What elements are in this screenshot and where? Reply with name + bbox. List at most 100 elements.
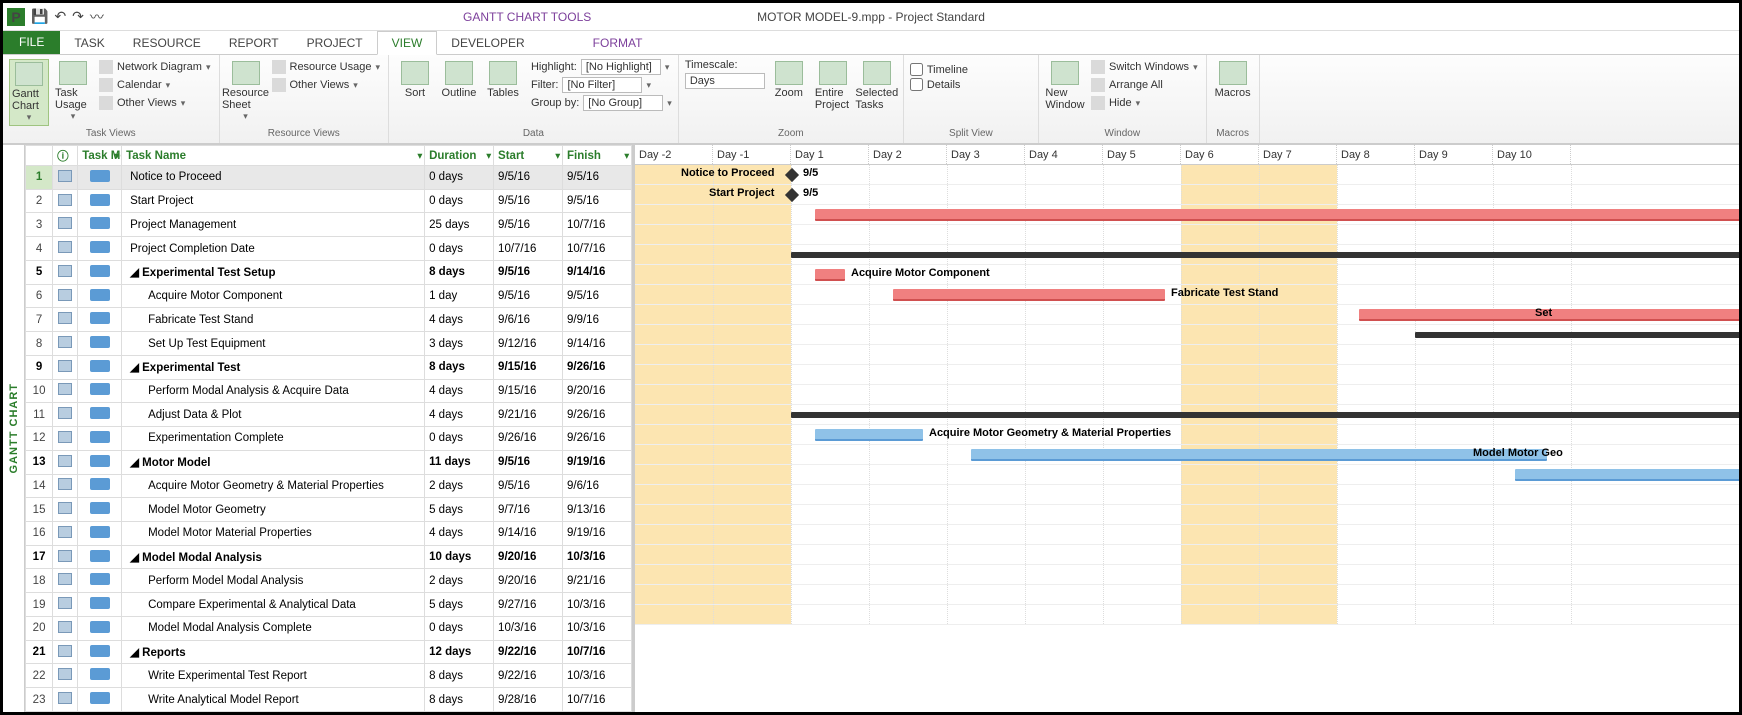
gantt-row[interactable]: Set [635, 305, 1739, 325]
table-row[interactable]: 21◢ Reports12 days9/22/1610/7/16 [26, 640, 632, 664]
gantt-row[interactable]: Model Motor Geo [635, 445, 1739, 465]
finish-cell[interactable]: 9/9/16 [563, 308, 632, 332]
finish-cell[interactable]: 9/26/16 [563, 403, 632, 427]
gantt-row[interactable]: Acquire Motor Component [635, 265, 1739, 285]
filter-combo[interactable]: [No Filter] [562, 77, 642, 93]
task-name-cell[interactable]: Experimentation Complete [122, 427, 425, 451]
gantt-row[interactable]: Fabricate Test Stand [635, 285, 1739, 305]
task-name-cell[interactable]: Model Modal Analysis Complete [122, 616, 425, 640]
start-cell[interactable]: 9/21/16 [494, 403, 563, 427]
row-number[interactable]: 5 [26, 260, 53, 284]
finish-cell[interactable]: 10/3/16 [563, 593, 632, 617]
col-start[interactable]: Start▾ [494, 146, 563, 166]
table-row[interactable]: 4Project Completion Date0 days10/7/1610/… [26, 237, 632, 261]
col-rownum[interactable] [26, 146, 53, 166]
redo-icon[interactable]: ↷ [72, 8, 84, 25]
resource-sheet-button[interactable]: Resource Sheet▾ [226, 59, 266, 124]
gantt-chart-button[interactable]: Gantt Chart▾ [9, 59, 49, 126]
arrange-all-button[interactable]: Arrange All [1089, 77, 1200, 93]
gantt-bar[interactable] [1415, 332, 1739, 338]
row-number[interactable]: 18 [26, 569, 53, 593]
other-views-button[interactable]: Other Views ▾ [97, 95, 213, 111]
start-cell[interactable]: 9/5/16 [494, 260, 563, 284]
task-name-cell[interactable]: Project Completion Date [122, 237, 425, 261]
gantt-row[interactable]: Acquire Motor Geometry & Material Proper… [635, 425, 1739, 445]
start-cell[interactable]: 9/12/16 [494, 332, 563, 356]
row-number[interactable]: 14 [26, 474, 53, 498]
table-row[interactable]: 22Write Experimental Test Report8 days9/… [26, 664, 632, 688]
save-icon[interactable]: 💾 [31, 8, 48, 25]
col-duration[interactable]: Duration▾ [425, 146, 494, 166]
table-row[interactable]: 13◢ Motor Model11 days9/5/169/19/16 [26, 450, 632, 474]
gantt-row[interactable] [635, 465, 1739, 485]
task-name-cell[interactable]: Fabricate Test Stand [122, 308, 425, 332]
gantt-row[interactable] [635, 585, 1739, 605]
start-cell[interactable]: 9/20/16 [494, 545, 563, 569]
table-row[interactable]: 10Perform Modal Analysis & Acquire Data4… [26, 379, 632, 403]
finish-cell[interactable]: 9/14/16 [563, 260, 632, 284]
task-name-cell[interactable]: ◢ Model Modal Analysis [122, 545, 425, 569]
gantt-body[interactable]: Notice to Proceed9/5Start Project9/5Acqu… [635, 165, 1739, 625]
row-number[interactable]: 22 [26, 664, 53, 688]
row-number[interactable]: 17 [26, 545, 53, 569]
duration-cell[interactable]: 12 days [425, 640, 494, 664]
row-number[interactable]: 13 [26, 450, 53, 474]
row-number[interactable]: 9 [26, 355, 53, 379]
highlight-combo[interactable]: [No Highlight] [581, 59, 661, 75]
gantt-row[interactable] [635, 605, 1739, 625]
sort-button[interactable]: Sort [395, 59, 435, 101]
duration-cell[interactable]: 3 days [425, 332, 494, 356]
task-usage-button[interactable]: Task Usage▾ [53, 59, 93, 124]
other-resource-views-button[interactable]: Other Views ▾ [270, 77, 382, 93]
table-row[interactable]: 15Model Motor Geometry5 days9/7/169/13/1… [26, 498, 632, 522]
start-cell[interactable]: 10/3/16 [494, 616, 563, 640]
gantt-row[interactable] [635, 365, 1739, 385]
gantt-bar[interactable] [1515, 469, 1739, 481]
task-name-cell[interactable]: Start Project [122, 189, 425, 213]
finish-cell[interactable]: 9/19/16 [563, 450, 632, 474]
duration-cell[interactable]: 8 days [425, 688, 494, 712]
duration-cell[interactable]: 4 days [425, 403, 494, 427]
gantt-bar[interactable] [971, 449, 1547, 461]
row-number[interactable]: 7 [26, 308, 53, 332]
row-number[interactable]: 6 [26, 284, 53, 308]
gantt-row[interactable] [635, 485, 1739, 505]
row-number[interactable]: 11 [26, 403, 53, 427]
gantt-bar[interactable] [791, 252, 1739, 258]
tables-button[interactable]: Tables [483, 59, 523, 101]
table-row[interactable]: 11Adjust Data & Plot4 days9/21/169/26/16 [26, 403, 632, 427]
task-name-cell[interactable]: ◢ Reports [122, 640, 425, 664]
row-number[interactable]: 8 [26, 332, 53, 356]
gantt-row[interactable] [635, 345, 1739, 365]
task-name-cell[interactable]: ◢ Experimental Test Setup [122, 260, 425, 284]
row-number[interactable]: 20 [26, 616, 53, 640]
row-number[interactable]: 19 [26, 593, 53, 617]
row-number[interactable]: 1 [26, 166, 53, 190]
table-row[interactable]: 8Set Up Test Equipment3 days9/12/169/14/… [26, 332, 632, 356]
start-cell[interactable]: 9/7/16 [494, 498, 563, 522]
duration-cell[interactable]: 0 days [425, 237, 494, 261]
duration-cell[interactable]: 5 days [425, 498, 494, 522]
outline-button[interactable]: Outline [439, 59, 479, 101]
start-cell[interactable]: 9/5/16 [494, 166, 563, 190]
start-cell[interactable]: 9/5/16 [494, 213, 563, 237]
gantt-chart[interactable]: Day -2Day -1Day 1Day 2Day 3Day 4Day 5Day… [635, 145, 1739, 712]
table-row[interactable]: 16Model Motor Material Properties4 days9… [26, 522, 632, 546]
start-cell[interactable]: 10/7/16 [494, 237, 563, 261]
duration-cell[interactable]: 0 days [425, 189, 494, 213]
task-name-cell[interactable]: Project Management [122, 213, 425, 237]
finish-cell[interactable]: 10/7/16 [563, 213, 632, 237]
duration-cell[interactable]: 0 days [425, 616, 494, 640]
gantt-row[interactable] [635, 525, 1739, 545]
finish-cell[interactable]: 9/6/16 [563, 474, 632, 498]
start-cell[interactable]: 9/15/16 [494, 355, 563, 379]
row-number[interactable]: 3 [26, 213, 53, 237]
hide-button[interactable]: Hide ▾ [1089, 95, 1200, 111]
table-row[interactable]: 12Experimentation Complete0 days9/26/169… [26, 427, 632, 451]
table-row[interactable]: 9◢ Experimental Test8 days9/15/169/26/16 [26, 355, 632, 379]
gantt-row[interactable] [635, 325, 1739, 345]
duration-cell[interactable]: 4 days [425, 522, 494, 546]
gantt-row[interactable] [635, 385, 1739, 405]
row-number[interactable]: 4 [26, 237, 53, 261]
finish-cell[interactable]: 9/13/16 [563, 498, 632, 522]
